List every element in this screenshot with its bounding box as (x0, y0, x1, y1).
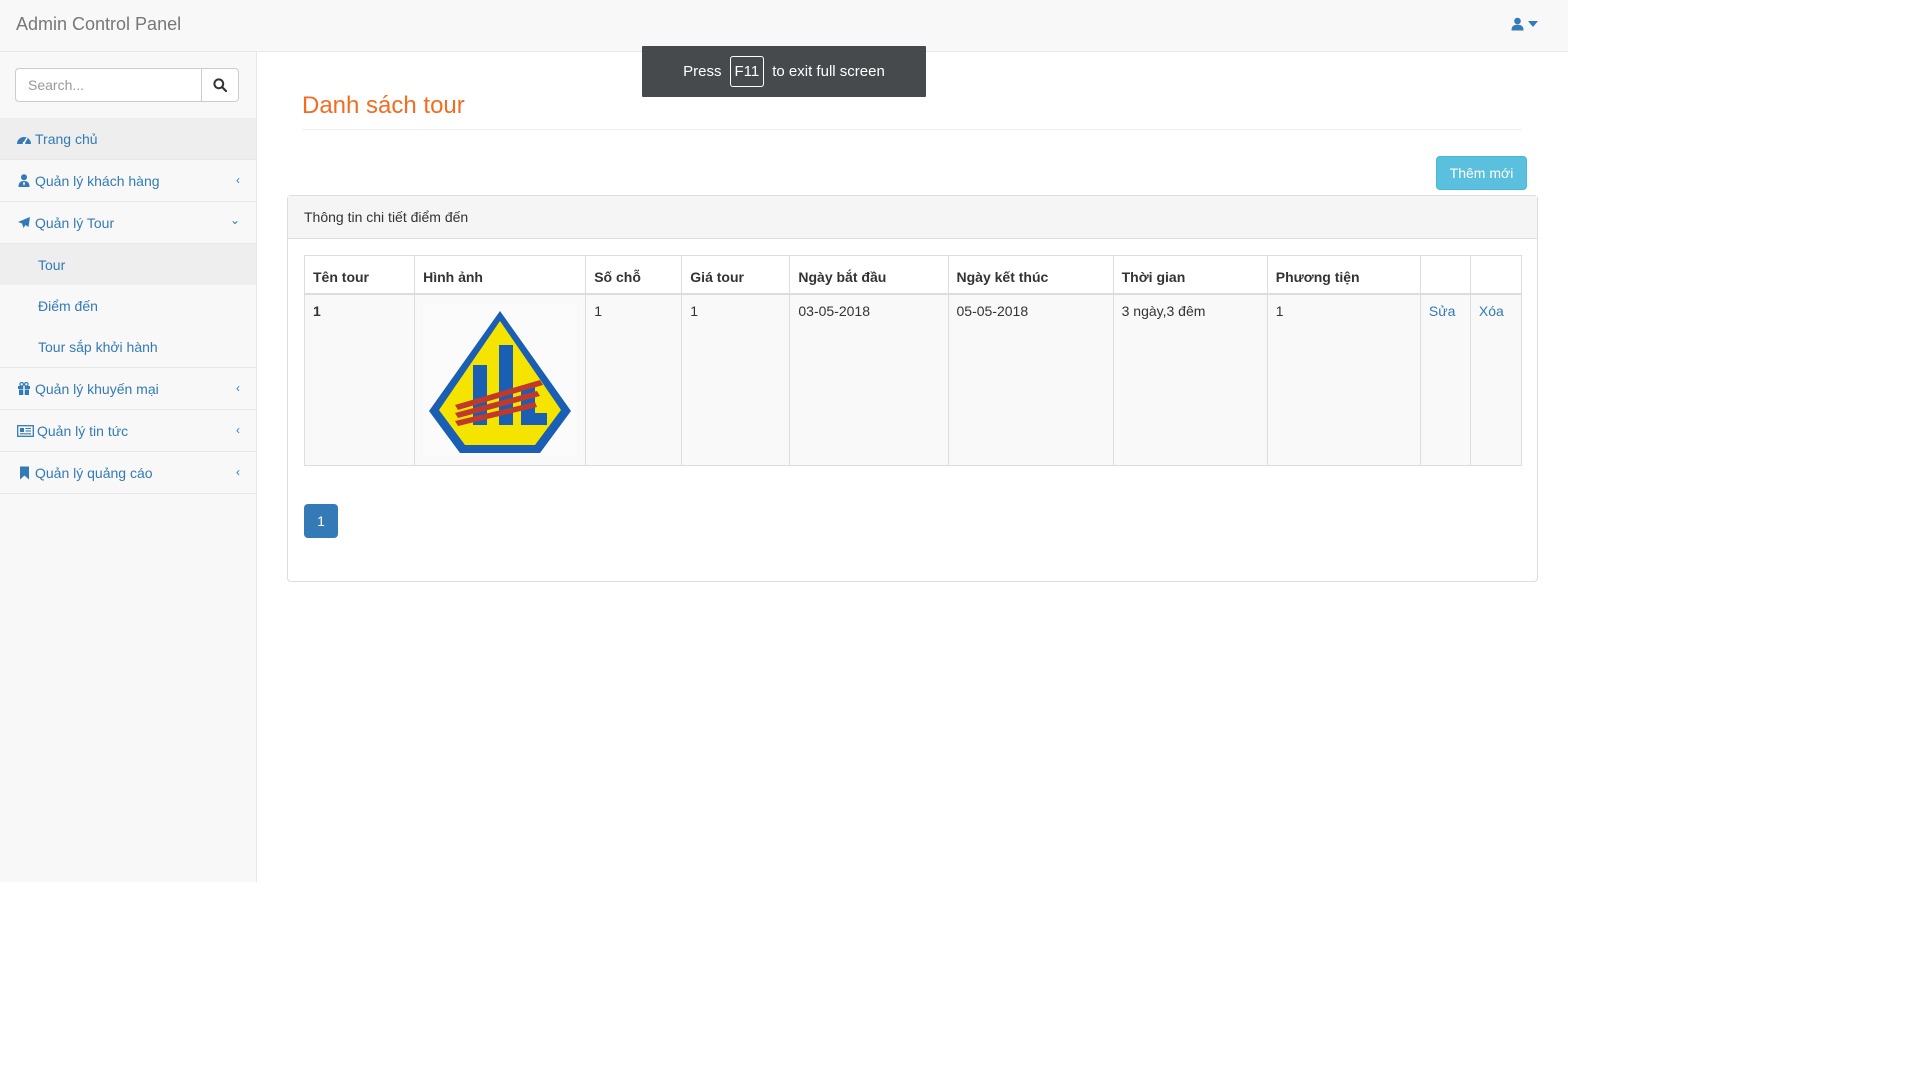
sidebar-item-ads[interactable]: Quản lý quảng cáo ‹ (0, 452, 256, 494)
search-button[interactable] (201, 68, 239, 102)
chevron-left-icon: ‹ (236, 465, 240, 479)
sidebar-item-customers[interactable]: Quản lý khách hàng ‹ (0, 160, 256, 202)
sidebar-item-tours[interactable]: Quản lý Tour ⌄ (0, 202, 256, 244)
table-header-row: Tên tour Hình ảnh Số chỗ Giá tour Ngày b… (303, 255, 1523, 295)
panel-heading: Thông tin chi tiết điểm đến (288, 196, 1537, 239)
tour-logo-image (429, 310, 572, 453)
header-duration: Thời gian (1112, 255, 1268, 295)
header-seats: Số chỗ (585, 255, 683, 295)
sidebar-item-dashboard[interactable]: Trang chủ (0, 118, 256, 160)
toast-rest-text: to exit full screen (772, 63, 885, 80)
top-navbar: Admin Control Panel (0, 0, 1568, 52)
caret-down-icon (1528, 21, 1538, 27)
sidebar-subitem-upcoming-tours[interactable]: Tour sắp khởi hành (0, 326, 256, 367)
header-delete (1469, 255, 1523, 295)
chevron-left-icon: ‹ (236, 381, 240, 395)
sidebar-subitem-destination[interactable]: Điểm đến (0, 285, 256, 326)
cell-start-date: 03-05-2018 (789, 293, 949, 466)
cell-delete: Xóa (1469, 293, 1523, 466)
newspaper-icon (16, 424, 34, 437)
bookmark-icon (16, 466, 32, 480)
app-title[interactable]: Admin Control Panel (16, 14, 181, 35)
header-tour-name: Tên tour (303, 255, 416, 295)
chevron-left-icon: ‹ (236, 423, 240, 437)
user-icon (1511, 17, 1524, 31)
gift-icon (16, 382, 32, 395)
cell-transport: 1 (1266, 293, 1421, 466)
search-group (15, 68, 239, 102)
sidebar-item-label: Quản lý khuyến mại (35, 380, 159, 397)
sidebar-item-label: Quản lý khách hàng (35, 172, 160, 189)
chevron-down-icon: ⌄ (229, 213, 240, 227)
sidebar-item-promotions[interactable]: Quản lý khuyến mại ‹ (0, 368, 256, 410)
plane-icon (16, 216, 32, 230)
cell-price: 1 (681, 293, 791, 466)
cell-end-date: 05-05-2018 (947, 293, 1114, 466)
cell-duration: 3 ngày,3 đêm (1112, 293, 1268, 466)
sidebar: Trang chủ Quản lý khách hàng ‹ Quản lý T… (0, 52, 257, 882)
toast-key: F11 (729, 56, 765, 87)
header-transport: Phương tiện (1266, 255, 1421, 295)
main-content: Danh sách tour Thêm mới Thông tin chi ti… (257, 52, 1568, 882)
sidebar-item-label: Quản lý tin tức (37, 422, 129, 439)
title-divider (302, 129, 1522, 130)
header-start-date: Ngày bắt đầu (789, 255, 949, 295)
sidebar-item-news[interactable]: Quản lý tin tức ‹ (0, 410, 256, 452)
header-price: Giá tour (681, 255, 791, 295)
search-icon (213, 78, 227, 92)
sidebar-nav: Trang chủ Quản lý khách hàng ‹ Quản lý T… (0, 118, 256, 494)
tour-panel: Thông tin chi tiết điểm đến Tên tour Hìn… (287, 195, 1538, 582)
table-row: 1 1 1 03-05-2018 05-05-2018 3 ngày,3 đêm… (303, 293, 1523, 466)
fullscreen-toast: Press F11 to exit full screen (642, 46, 926, 97)
cell-seats: 1 (585, 293, 683, 466)
header-image: Hình ảnh (414, 255, 587, 295)
dashboard-icon (16, 133, 32, 145)
header-edit (1419, 255, 1471, 295)
search-input[interactable] (15, 68, 201, 102)
header-end-date: Ngày kết thúc (947, 255, 1114, 295)
sidebar-item-label: Quản lý quảng cáo (35, 464, 153, 481)
toast-press-text: Press (683, 63, 722, 80)
user-menu[interactable] (1511, 17, 1538, 31)
sidebar-item-label: Quản lý Tour (35, 214, 115, 231)
delete-link[interactable]: Xóa (1479, 303, 1504, 319)
edit-link[interactable]: Sửa (1429, 303, 1456, 319)
pagination-page-button[interactable]: 1 (304, 504, 338, 538)
sidebar-item-label: Trang chủ (35, 130, 98, 147)
chevron-left-icon: ‹ (236, 173, 240, 187)
page-title: Danh sách tour (302, 92, 465, 119)
user-tie-icon (16, 174, 32, 187)
tour-submenu: Tour Điểm đến Tour sắp khởi hành (0, 244, 256, 368)
sidebar-subitem-tour[interactable]: Tour (0, 244, 256, 285)
cell-image (414, 293, 587, 466)
cell-edit: Sửa (1419, 293, 1471, 466)
tour-thumbnail (423, 302, 578, 457)
cell-tour-name: 1 (303, 293, 416, 466)
add-new-button[interactable]: Thêm mới (1436, 156, 1527, 190)
tour-table: Tên tour Hình ảnh Số chỗ Giá tour Ngày b… (303, 255, 1523, 466)
